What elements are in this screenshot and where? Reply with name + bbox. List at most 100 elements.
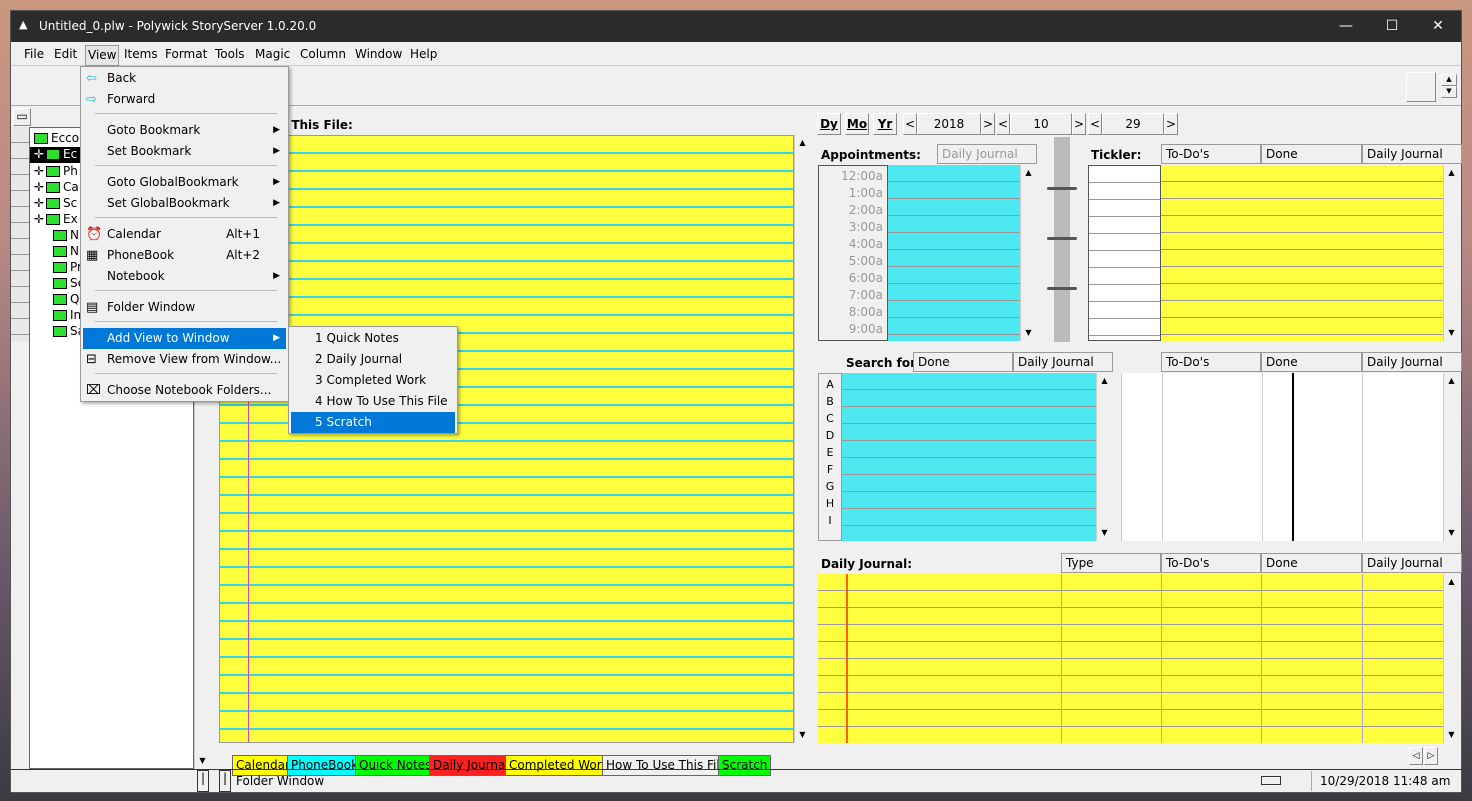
expand-icon[interactable]: ✛ <box>34 212 46 226</box>
letter-tab[interactable]: A <box>819 376 841 393</box>
tab-daily-journal[interactable]: Daily Journal <box>429 755 513 776</box>
tickler-col-todos[interactable]: To-Do's <box>1161 144 1261 164</box>
submenu-item-daily-journal[interactable]: 2 Daily Journal <box>291 349 455 370</box>
notebook-scrollbar[interactable]: ▲ ▼ <box>794 135 810 743</box>
daily-journal-grid[interactable] <box>818 574 1443 743</box>
tree-item[interactable]: Q <box>70 292 79 306</box>
search-col-done[interactable]: Done <box>913 352 1013 372</box>
menu-file[interactable]: File <box>24 47 44 61</box>
submenu-item-quick-notes[interactable]: 1 Quick Notes <box>291 328 455 349</box>
year-view-button[interactable]: Yr <box>873 113 897 135</box>
maximize-button[interactable]: ☐ <box>1369 11 1415 42</box>
tickler-grid[interactable] <box>1161 165 1443 341</box>
tree-item[interactable]: N <box>70 228 79 242</box>
tickler-col-journal[interactable]: Daily Journal <box>1362 144 1462 164</box>
menu-tools[interactable]: Tools <box>215 47 245 61</box>
menu-help[interactable]: Help <box>410 47 437 61</box>
menu-item-set-bookmark[interactable]: Set Bookmark ▶ <box>83 141 286 162</box>
day-view-button[interactable]: Dy <box>817 113 841 135</box>
year-next-button[interactable]: > <box>981 113 995 135</box>
tab-quick-notes[interactable]: Quick Notes <box>355 755 436 776</box>
tickler-left[interactable] <box>1088 165 1161 341</box>
journal-col-done[interactable]: Done <box>1261 553 1362 573</box>
day-next-button[interactable]: > <box>1164 113 1178 135</box>
letter-tab[interactable]: G <box>819 478 841 495</box>
menu-item-folder-window[interactable]: ▤ Folder Window <box>83 297 286 318</box>
month-prev-button[interactable]: < <box>996 113 1010 135</box>
tree-item[interactable]: Ca <box>63 180 79 194</box>
appointments-scrollbar[interactable]: ▲ ▼ <box>1020 165 1036 341</box>
toolbar-scroll-up[interactable]: ▲ <box>1441 74 1457 86</box>
submenu-item-scratch[interactable]: 5 Scratch <box>291 412 455 433</box>
letter-tab[interactable]: I <box>819 512 841 529</box>
expand-icon[interactable]: ✛ <box>34 196 46 210</box>
menu-item-remove-view[interactable]: ⊟ Remove View from Window... <box>83 349 286 370</box>
menu-item-set-globalbookmark[interactable]: Set GlobalBookmark ▶ <box>83 193 286 214</box>
row-handles[interactable] <box>11 127 29 342</box>
appointments-col-header[interactable]: Daily Journal <box>937 144 1037 164</box>
submenu-item-completed-work[interactable]: 3 Completed Work <box>291 370 455 391</box>
splitter-handle[interactable]: | <box>197 770 209 792</box>
menu-item-phonebook[interactable]: ▦ PhoneBook Alt+2 <box>83 245 286 266</box>
daily-journal-scrollbar[interactable]: ▲ ▼ <box>1443 574 1459 743</box>
menu-edit[interactable]: Edit <box>54 47 77 61</box>
menu-magic[interactable]: Magic <box>255 47 290 61</box>
menu-window[interactable]: Window <box>355 47 402 61</box>
year-prev-button[interactable]: < <box>903 113 917 135</box>
collapse-button[interactable]: ▭ <box>13 108 31 126</box>
menu-item-choose-folders[interactable]: ⌧ Choose Notebook Folders... <box>83 380 286 401</box>
menu-item-forward[interactable]: ⇨ Forward <box>83 89 286 110</box>
letter-tab[interactable]: F <box>819 461 841 478</box>
menu-item-goto-bookmark[interactable]: Goto Bookmark ▶ <box>83 120 286 141</box>
journal-col-type[interactable]: Type <box>1061 553 1161 573</box>
notebook-page[interactable] <box>219 135 794 743</box>
letter-tab[interactable]: B <box>819 393 841 410</box>
toolbar-button[interactable] <box>1406 72 1436 102</box>
alpha-index[interactable]: ABCDEFGHI <box>818 373 842 541</box>
tabs-scroll-left[interactable]: ◁ <box>1409 747 1423 765</box>
day-prev-button[interactable]: < <box>1088 113 1102 135</box>
expand-icon[interactable]: ✛ <box>34 180 46 194</box>
splitter-handle[interactable]: | <box>219 770 231 792</box>
menu-view[interactable]: View <box>85 45 120 66</box>
letter-tab[interactable]: C <box>819 410 841 427</box>
tree-item[interactable]: Ph <box>63 164 78 178</box>
search-col-journal[interactable]: Daily Journal <box>1013 352 1113 372</box>
month-view-button[interactable]: Mo <box>845 113 869 135</box>
appointments-grid[interactable] <box>888 165 1020 341</box>
submenu-item-how-to-use[interactable]: 4 How To Use This File <box>291 391 455 412</box>
expand-icon[interactable]: ✛ <box>34 147 46 161</box>
menu-format[interactable]: Format <box>165 47 207 61</box>
journal-col-journal[interactable]: Daily Journal <box>1362 553 1462 573</box>
tab-scratch[interactable]: Scratch <box>718 755 772 776</box>
mid-col-journal[interactable]: Daily Journal <box>1362 352 1462 372</box>
menu-items[interactable]: Items <box>124 47 158 61</box>
tree-item[interactable]: Sc <box>63 196 77 210</box>
phonebook-grid[interactable] <box>842 373 1096 541</box>
tickler-col-done[interactable]: Done <box>1261 144 1362 164</box>
day-field[interactable]: 29 <box>1102 113 1164 135</box>
tree-item[interactable]: Ex <box>63 212 78 226</box>
year-field[interactable]: 2018 <box>917 113 981 135</box>
close-button[interactable]: ✕ <box>1415 11 1461 42</box>
mid-col-todos[interactable]: To-Do's <box>1161 352 1261 372</box>
mid-right-grid[interactable] <box>1121 373 1443 541</box>
toolbar-scroll-down[interactable]: ▼ <box>1441 86 1457 98</box>
month-field[interactable]: 10 <box>1010 113 1072 135</box>
mid-col-done[interactable]: Done <box>1261 352 1362 372</box>
tab-phonebook[interactable]: PhoneBook <box>287 755 363 776</box>
menu-column[interactable]: Column <box>300 47 346 61</box>
tabs-scroll-right[interactable]: ▷ <box>1424 747 1438 765</box>
mid-right-scrollbar[interactable]: ▲ ▼ <box>1443 373 1459 541</box>
menu-item-add-view[interactable]: Add View to Window ▶ <box>83 328 286 349</box>
letter-tab[interactable]: E <box>819 444 841 461</box>
menu-item-goto-globalbookmark[interactable]: Goto GlobalBookmark ▶ <box>83 172 286 193</box>
month-next-button[interactable]: > <box>1072 113 1086 135</box>
tab-calendar[interactable]: Calendar <box>232 755 294 776</box>
tab-completed-work[interactable]: Completed Work <box>505 755 613 776</box>
expand-icon[interactable]: ✛ <box>34 164 46 178</box>
phonebook-scrollbar[interactable]: ▲ ▼ <box>1096 373 1112 541</box>
journal-col-todos[interactable]: To-Do's <box>1161 553 1261 573</box>
menu-item-notebook[interactable]: Notebook ▶ <box>83 266 286 287</box>
menu-item-calendar[interactable]: ⏰ Calendar Alt+1 <box>83 224 286 245</box>
